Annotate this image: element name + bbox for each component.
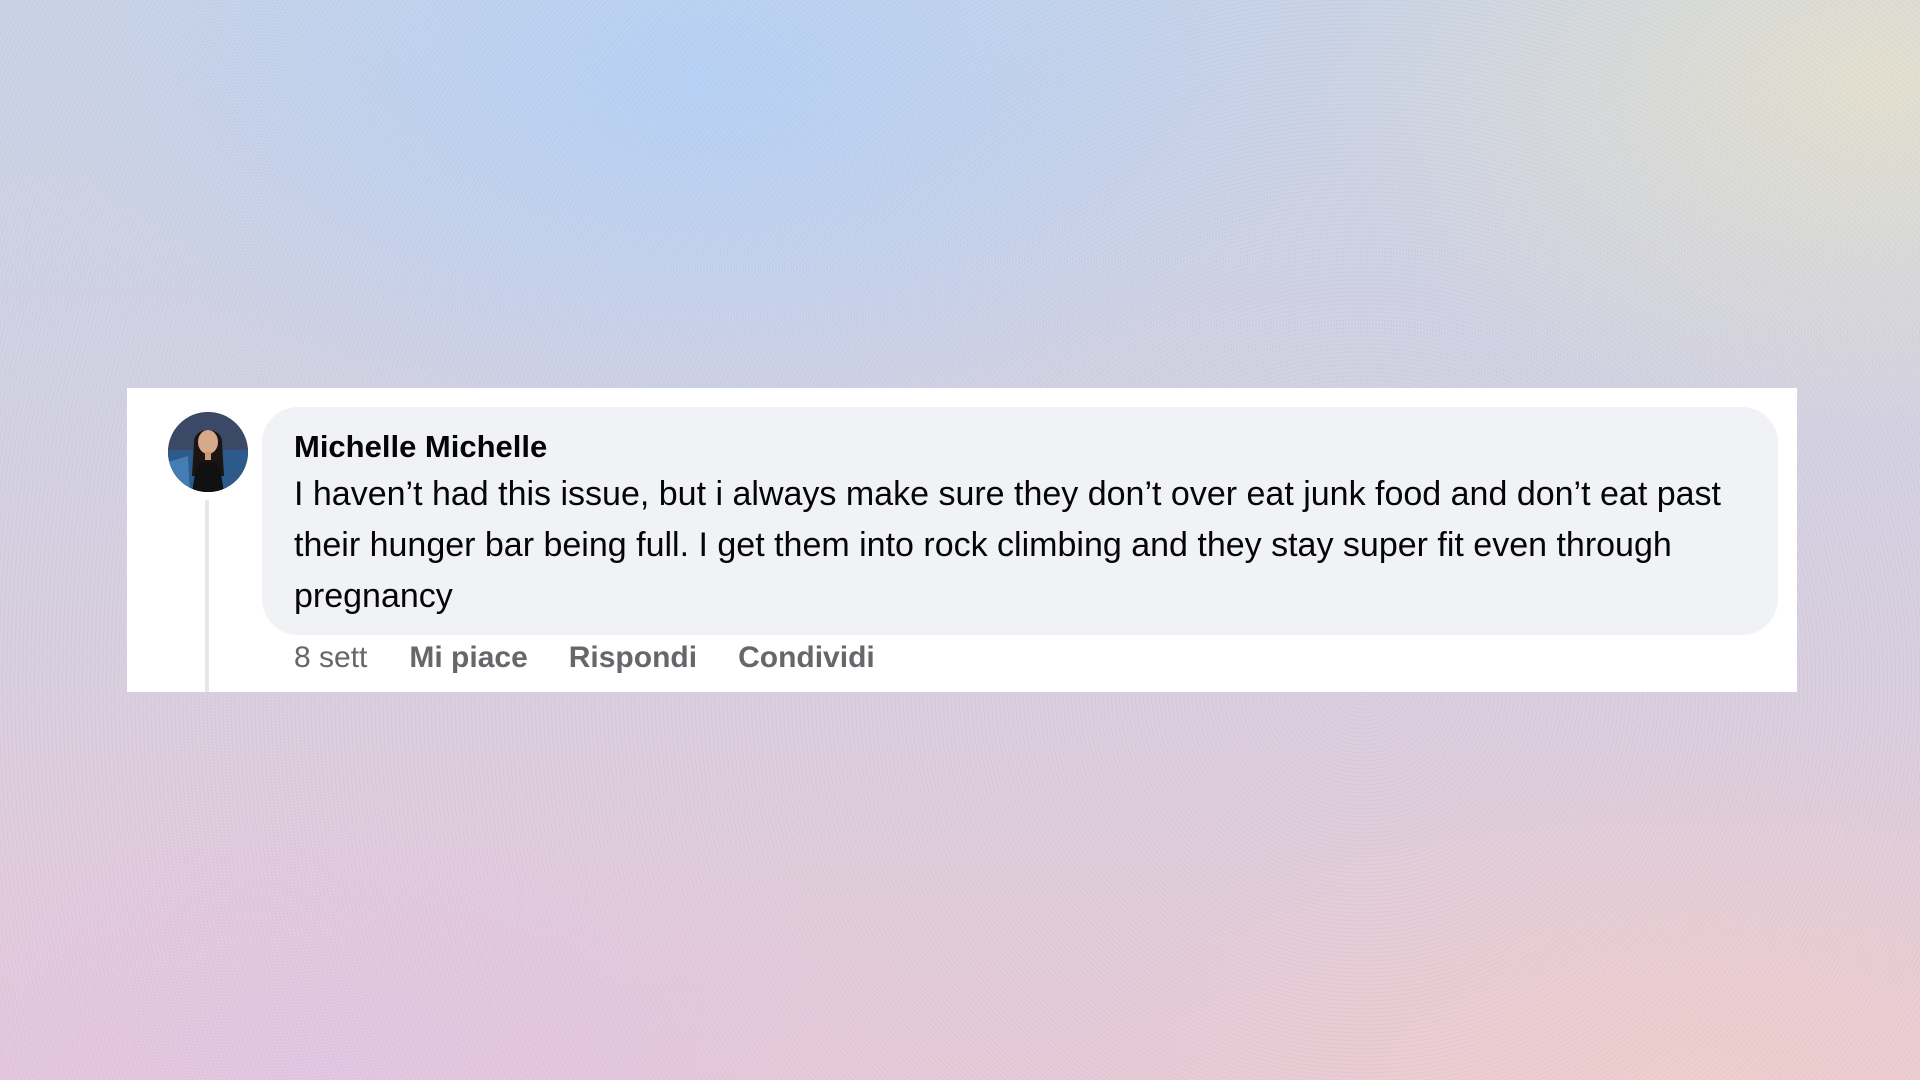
like-button[interactable]: Mi piace (409, 641, 527, 675)
comment-text: I haven’t had this issue, but i always m… (294, 475, 1721, 615)
comment-timestamp[interactable]: 8 sett (294, 641, 367, 675)
comment-bubble: Michelle Michelle I haven’t had this iss… (262, 407, 1778, 635)
reply-button[interactable]: Rispondi (569, 641, 697, 675)
share-button[interactable]: Condividi (738, 641, 875, 675)
comment-actions: 8 sett Mi piace Rispondi Condividi (294, 638, 916, 678)
avatar[interactable] (168, 412, 248, 492)
comment-author[interactable]: Michelle Michelle (294, 427, 1738, 467)
thread-line (205, 500, 209, 692)
avatar-image (168, 412, 248, 492)
comment-card: Michelle Michelle I haven’t had this iss… (127, 388, 1797, 692)
